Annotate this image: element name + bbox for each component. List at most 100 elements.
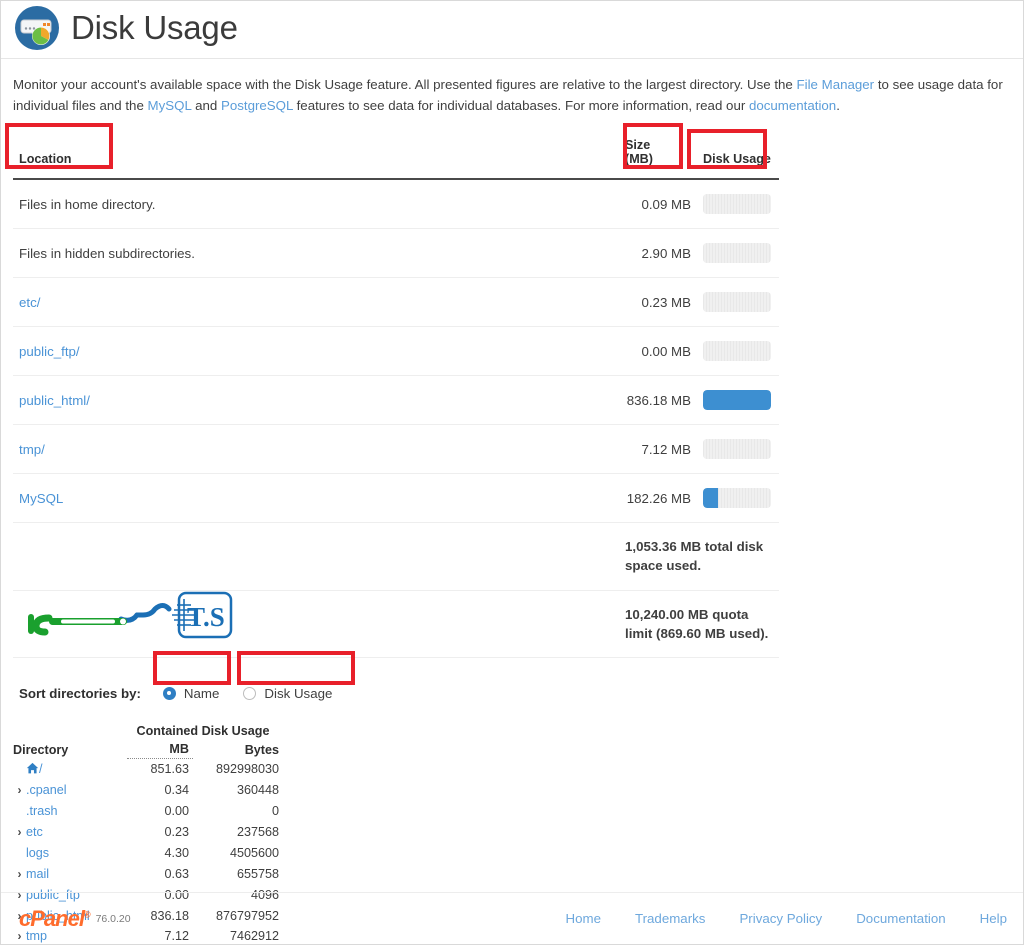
column-header-size[interactable]: Size (MB): [619, 128, 697, 181]
cell-location: etc/: [13, 277, 619, 328]
footer-link-home[interactable]: Home: [566, 911, 601, 926]
usage-bar-fill: [703, 390, 771, 411]
desc-part-5: .: [836, 97, 840, 113]
watermark-ts-text: T.S: [187, 602, 225, 632]
cell-size: 182.26 MB: [619, 473, 697, 524]
tree-row: › etc 0.23 237568: [13, 822, 280, 843]
sort-option-name-label: Name: [183, 685, 220, 701]
cell-location: public_html/: [13, 375, 619, 426]
sort-option-disk-usage[interactable]: Disk Usage: [233, 679, 347, 707]
summary-text: 1,053.36 MB total disk space used.: [619, 522, 779, 591]
cpanel-version: 76.0.20: [95, 912, 131, 925]
tree-header-row-top: Directory Contained Disk Usage: [13, 724, 279, 757]
tree-cell-name: ›logs: [13, 843, 127, 864]
documentation-link[interactable]: documentation: [749, 98, 836, 113]
chevron-placeholder-icon: ›: [13, 802, 26, 820]
cell-location: tmp/: [13, 424, 619, 475]
tree-cell-mb: 851.63: [150, 762, 189, 777]
tree-dir-link[interactable]: logs: [26, 846, 49, 860]
cell-location: public_ftp/: [13, 326, 619, 377]
tree-dir-link[interactable]: .trash: [26, 804, 58, 818]
tree-cell-mb: 0.00: [164, 804, 189, 819]
table-row: tmp/7.12 MB: [13, 424, 779, 475]
file-manager-link[interactable]: File Manager: [797, 77, 875, 92]
tree-cell-bytes: 0: [271, 804, 279, 819]
chevron-placeholder-icon: ›: [13, 844, 26, 862]
cell-disk-usage-bar: [697, 179, 779, 230]
registered-mark-icon: ®: [83, 909, 91, 920]
postgresql-link[interactable]: PostgreSQL: [221, 98, 293, 113]
tree-column-header-contained: Contained Disk Usage: [136, 724, 270, 739]
tree-dir-link[interactable]: .cpanel: [26, 783, 67, 797]
cell-size: 2.90 MB: [619, 228, 697, 279]
location-link[interactable]: etc/: [19, 295, 40, 310]
location-link[interactable]: tmp/: [19, 442, 45, 457]
tree-dir-link[interactable]: /: [39, 762, 43, 776]
footer-link-help[interactable]: Help: [980, 911, 1007, 926]
tree-cell-name: › mail: [13, 864, 127, 885]
usage-bar-track: [703, 243, 771, 264]
tree-dir-link[interactable]: mail: [26, 867, 49, 881]
radio-name-icon[interactable]: [162, 686, 176, 700]
tree-cell-name: ›.trash: [13, 801, 127, 822]
cell-size: 7.12 MB: [619, 424, 697, 475]
cell-disk-usage-bar: [697, 326, 779, 377]
tree-cell-mb: 0.63: [164, 866, 189, 881]
tree-column-header-directory: Directory: [13, 742, 69, 757]
summary-row-total: 1,053.36 MB total disk space used.: [13, 522, 779, 591]
footer-link-documentation[interactable]: Documentation: [856, 911, 945, 926]
mysql-link[interactable]: MySQL: [148, 98, 192, 113]
tree-cell-name: › etc: [13, 822, 127, 843]
tree-head: Directory Contained Disk Usage MB Bytes: [13, 724, 279, 760]
tree-column-header-bytes[interactable]: Bytes: [193, 742, 279, 759]
tree-column-header-mb[interactable]: MB: [127, 742, 193, 760]
tree-row: › .cpanel 0.34 360448: [13, 780, 280, 801]
usage-bar-track: [703, 439, 771, 460]
home-icon[interactable]: [26, 762, 39, 775]
footer-link-trademarks[interactable]: Trademarks: [635, 911, 705, 926]
cell-size: 0.09 MB: [619, 179, 697, 230]
table-row: MySQL 182.26 MB: [13, 473, 779, 524]
sort-label: Sort directories by:: [19, 685, 141, 701]
cell-disk-usage-bar: [697, 424, 779, 475]
usage-bar-fill: [703, 488, 718, 509]
column-header-size-line2: (MB): [625, 152, 653, 167]
tree-cell-bytes: 360448: [236, 783, 279, 798]
tree-cell-bytes: 4505600: [229, 845, 279, 860]
table-header-row: Location Size (MB) Disk Usage: [13, 128, 779, 181]
cpanel-logo[interactable]: cPanel®: [19, 905, 91, 932]
table-row: Files in hidden subdirectories. 2.90 MB: [13, 228, 779, 279]
column-header-location[interactable]: Location: [13, 128, 619, 181]
cell-disk-usage-bar: [697, 228, 779, 279]
disk-usage-table: Location Size (MB) Disk Usage Files in h…: [13, 128, 779, 659]
page-title: Disk Usage: [71, 9, 238, 46]
tree-cell-mb: 0.34: [164, 783, 189, 798]
table-row: public_html/836.18 MB: [13, 375, 779, 426]
desc-part-3: and: [191, 97, 221, 113]
tree-dir-link[interactable]: etc: [26, 825, 43, 839]
cpanel-logo-text: cPanel: [19, 905, 85, 931]
chevron-right-icon[interactable]: ›: [13, 823, 26, 841]
chevron-right-icon[interactable]: ›: [13, 781, 26, 799]
table-row: public_ftp/0.00 MB: [13, 326, 779, 377]
desc-part-4: features to see data for individual data…: [292, 97, 749, 113]
sort-option-name[interactable]: Name: [152, 679, 234, 707]
footer-link-privacy-policy[interactable]: Privacy Policy: [739, 911, 822, 926]
usage-bar-track: [703, 390, 771, 411]
column-header-size-line1: Size: [625, 138, 651, 153]
column-header-disk-usage[interactable]: Disk Usage: [697, 128, 779, 181]
tree-cell-name: ›/: [13, 759, 127, 780]
tree-cell-name: › .cpanel: [13, 780, 127, 801]
location-link[interactable]: MySQL: [19, 491, 63, 506]
cell-disk-usage-bar: [697, 277, 779, 328]
chevron-right-icon[interactable]: ›: [13, 865, 26, 883]
location-link[interactable]: public_html/: [19, 393, 90, 408]
cell-size: 0.23 MB: [619, 277, 697, 328]
tree-row: ›logs 4.30 4505600: [13, 843, 279, 864]
radio-disk-usage-icon[interactable]: [243, 686, 257, 700]
cell-location: Files in home directory.: [13, 179, 619, 230]
usage-bar-track: [703, 488, 771, 509]
tree-row: › mail 0.63 655758: [13, 864, 280, 885]
usage-bar-track: [703, 341, 771, 362]
location-link[interactable]: public_ftp/: [19, 344, 80, 359]
